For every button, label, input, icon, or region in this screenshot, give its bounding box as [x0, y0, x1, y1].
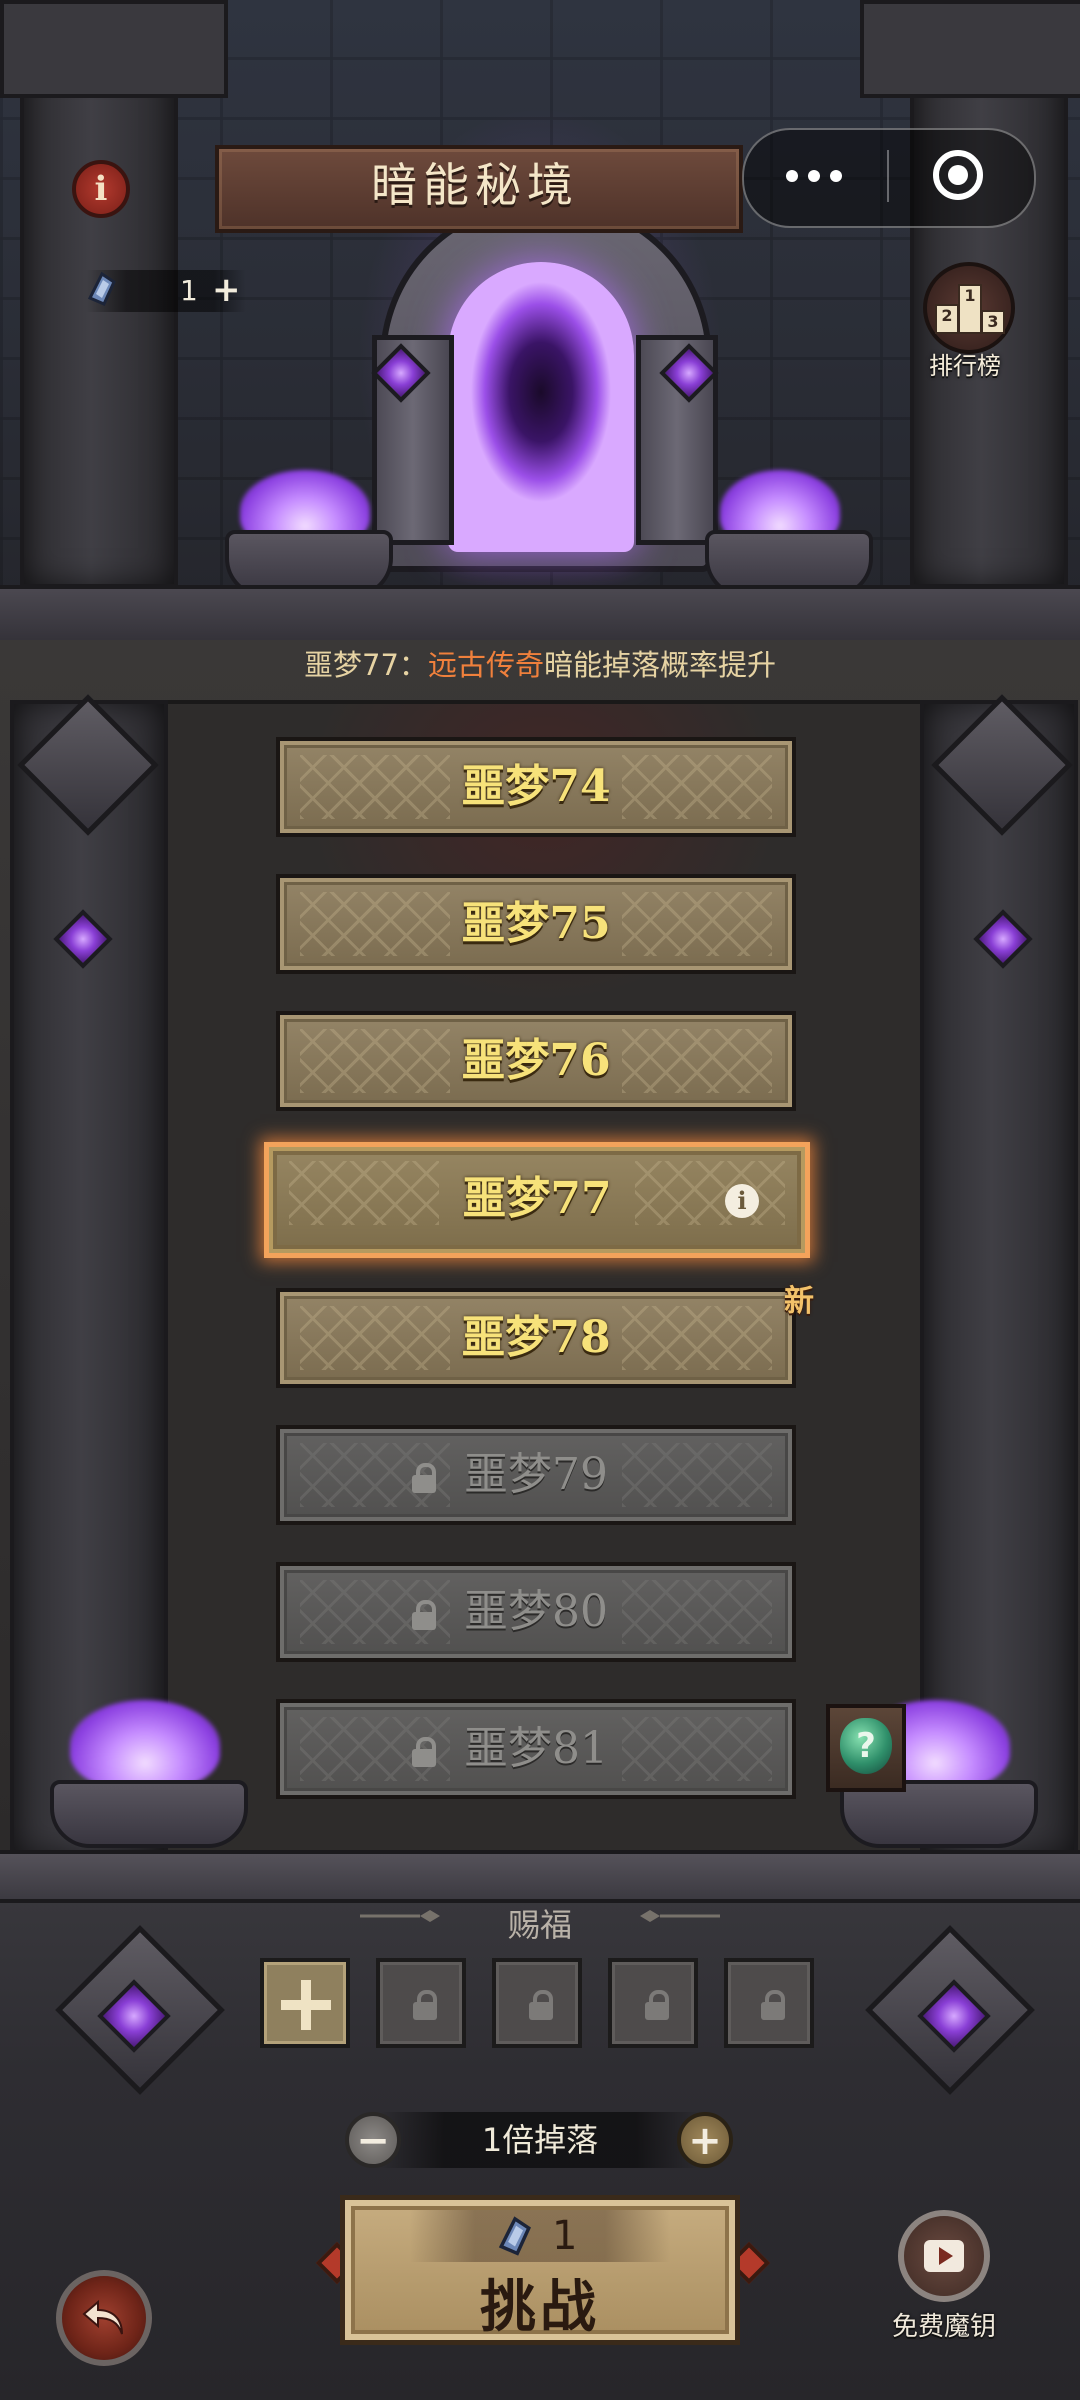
leaderboard-label: 排行榜: [929, 352, 1001, 380]
hall-left-pillar: [10, 700, 168, 1858]
hall-left-brazier: [50, 1780, 248, 1848]
blessing-slot-locked[interactable]: [376, 1958, 466, 2048]
bottom-ledge: [0, 1850, 1080, 1903]
more-dots-icon: [808, 170, 820, 182]
lock-icon: [411, 1990, 439, 2020]
decrease-multiplier-button[interactable]: −: [345, 2112, 401, 2168]
level-button-79-locked[interactable]: 噩梦79: [276, 1425, 796, 1525]
level-info-icon[interactable]: i: [725, 1184, 759, 1218]
more-dots-icon: [830, 170, 842, 182]
info-icon: i: [94, 169, 108, 209]
blessing-slot-locked[interactable]: [492, 1958, 582, 2048]
level-label: 噩梦79: [464, 1449, 608, 1500]
blessing-right-ornament: [640, 1910, 720, 1922]
magic-key-icon: [87, 271, 116, 306]
left-outer-pillar: [20, 60, 178, 588]
level-button-75[interactable]: 噩梦75: [276, 874, 796, 974]
hall-left-flame: [70, 1700, 220, 1790]
podium-third: 3: [981, 310, 1005, 334]
free-keys-video-button[interactable]: 免费魔钥: [876, 2210, 1012, 2350]
level-button-80-locked[interactable]: 噩梦80: [276, 1562, 796, 1662]
drop-rate-notice: 噩梦77：远古传奇暗能掉落概率提升: [0, 642, 1080, 684]
back-arrow-icon: [82, 2299, 123, 2335]
level-label: 噩梦76: [461, 1035, 611, 1086]
notice-highlight: 远古传奇: [427, 648, 544, 682]
blessing-slot-locked[interactable]: [608, 1958, 698, 2048]
level-button-77-selected[interactable]: 噩梦77 i: [264, 1142, 810, 1258]
target-close-icon-center: [948, 165, 968, 185]
info-button[interactable]: i: [72, 160, 130, 218]
key-count: 1: [180, 274, 198, 307]
right-pillar-cap: [860, 0, 1080, 98]
level-button-81-locked[interactable]: 噩梦81: [276, 1699, 796, 1799]
lock-icon: [759, 1990, 787, 2020]
portal-floor-ledge: [0, 585, 1080, 648]
level-button-74[interactable]: 噩梦74: [276, 737, 796, 837]
more-dots-icon: [786, 170, 798, 182]
left-pillar-cap: [0, 0, 228, 98]
blessing-slot-locked[interactable]: [724, 1958, 814, 2048]
level-label: 噩梦80: [464, 1586, 608, 1637]
notice-text: 暗能掉落概率提升: [543, 648, 776, 682]
lock-icon: [527, 1990, 555, 2020]
blessing-left-ornament: [360, 1910, 440, 1922]
level-label: 噩梦74: [461, 761, 611, 812]
lock-icon: [643, 1990, 671, 2020]
page-title: 暗能秘境: [371, 158, 579, 212]
hall-right-pillar: [920, 700, 1078, 1858]
add-keys-button[interactable]: +: [212, 270, 242, 312]
new-badge: 新: [784, 1284, 814, 1319]
video-icon: [898, 2210, 990, 2302]
level-button-76[interactable]: 噩梦76: [276, 1011, 796, 1111]
blessing-title: 赐福: [507, 1906, 572, 1944]
free-keys-label: 免费魔钥: [891, 2312, 996, 2342]
increase-multiplier-button[interactable]: +: [677, 2112, 733, 2168]
portal-vortex: [448, 262, 634, 552]
plus-icon-bar: [281, 2000, 331, 2010]
blessing-add-slot[interactable]: [260, 1958, 350, 2048]
drop-multiplier-label: 1倍掉落: [481, 2121, 599, 2159]
level-label: 噩梦75: [461, 898, 611, 949]
leaderboard-button[interactable]: 2 1 3 排行榜: [905, 262, 1025, 382]
challenge-cost-strip: [410, 2210, 670, 2262]
notice-level: 噩梦77：: [304, 648, 428, 682]
level-label: 噩梦81: [464, 1723, 608, 1774]
question-mark-icon: ?: [840, 1718, 892, 1774]
level-label: 噩梦78: [461, 1312, 611, 1363]
podium-second: 2: [935, 304, 959, 334]
podium-icon: 2 1 3: [923, 262, 1015, 354]
close-mini-program-button[interactable]: [889, 128, 1032, 224]
magic-key-icon: [498, 2216, 531, 2256]
more-button[interactable]: [742, 128, 887, 224]
challenge-label: 挑战: [480, 2275, 600, 2340]
back-button[interactable]: [56, 2270, 152, 2366]
podium-first: 1: [958, 284, 982, 334]
play-icon: [939, 2247, 953, 2265]
challenge-cost: 1: [552, 2213, 578, 2259]
level-button-78[interactable]: 噩梦78: [276, 1288, 796, 1388]
mystery-reward-button[interactable]: ?: [826, 1704, 906, 1792]
